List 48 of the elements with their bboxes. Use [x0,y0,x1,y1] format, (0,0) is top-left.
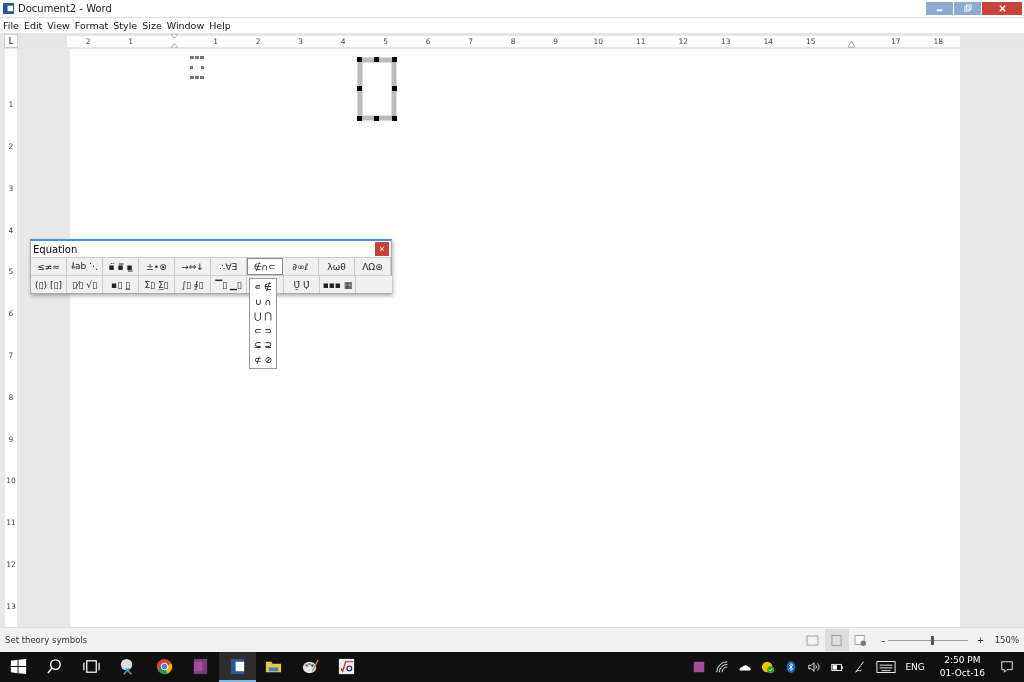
language-indicator[interactable]: ENG [905,662,925,672]
menu-item[interactable]: Size [142,20,162,31]
chrome-icon [154,656,174,676]
restore-icon [963,4,972,13]
equation-icon [337,656,357,676]
tab-selector[interactable]: L [4,34,18,48]
menu-item[interactable]: Format [74,20,109,31]
volume-icon[interactable] [807,660,822,674]
symbol-option[interactable]: ⋃ ⋂ [250,309,276,324]
status-text: Set theory symbols [5,635,88,645]
notification-icon[interactable] [1000,660,1014,674]
page-icon [830,634,844,646]
keyboard-icon[interactable] [876,660,897,674]
palette-title: Equation [33,243,78,255]
selected-object[interactable] [357,57,397,121]
indent-marker[interactable] [171,33,178,48]
book-icon [806,634,820,646]
menu-item[interactable]: Style [113,20,138,31]
windows-icon [8,656,28,676]
zoom-in-button[interactable]: + [974,634,987,646]
close-button[interactable]: × [375,242,389,256]
symbol-option[interactable]: ⊄ ⊘ [250,352,276,367]
web-page-icon [854,634,868,646]
onenote-tray-icon[interactable] [692,660,707,674]
menu-item[interactable]: Edit [23,20,43,31]
zoom-out-button[interactable]: - [878,634,889,646]
equation-placeholder-icon [190,56,204,80]
menu-item[interactable]: Help [209,20,231,31]
zoom-level[interactable]: 150% [994,635,1019,645]
symbol-option[interactable]: ∊ ∉ [250,280,276,295]
close-button[interactable] [982,2,1022,15]
menu-item[interactable]: View [47,20,70,31]
word-icon [3,3,14,14]
symbol-option[interactable]: ⊂ ⊃ [250,323,276,338]
template-button[interactable]: ▪▪▪ ▦ [320,276,356,293]
symbol-button[interactable]: ∉∩⊂ [247,258,283,275]
symbol-option[interactable]: ∪ ∩ [250,294,276,309]
window-title: Document2 - Word [18,3,112,14]
menu-item[interactable]: Window [166,20,205,31]
menu-item[interactable]: File [3,20,19,31]
clock[interactable]: 2:50 PM 01-Oct-16 [939,654,985,680]
word-taskbar-icon[interactable] [219,652,256,682]
indent-marker[interactable] [848,40,855,48]
symbol-option[interactable]: ⊆ ⊇ [250,338,276,353]
close-icon [997,4,1007,13]
slider-thumb[interactable] [930,635,934,645]
shield-check-icon[interactable] [761,660,776,674]
wifi-icon[interactable] [715,660,730,674]
